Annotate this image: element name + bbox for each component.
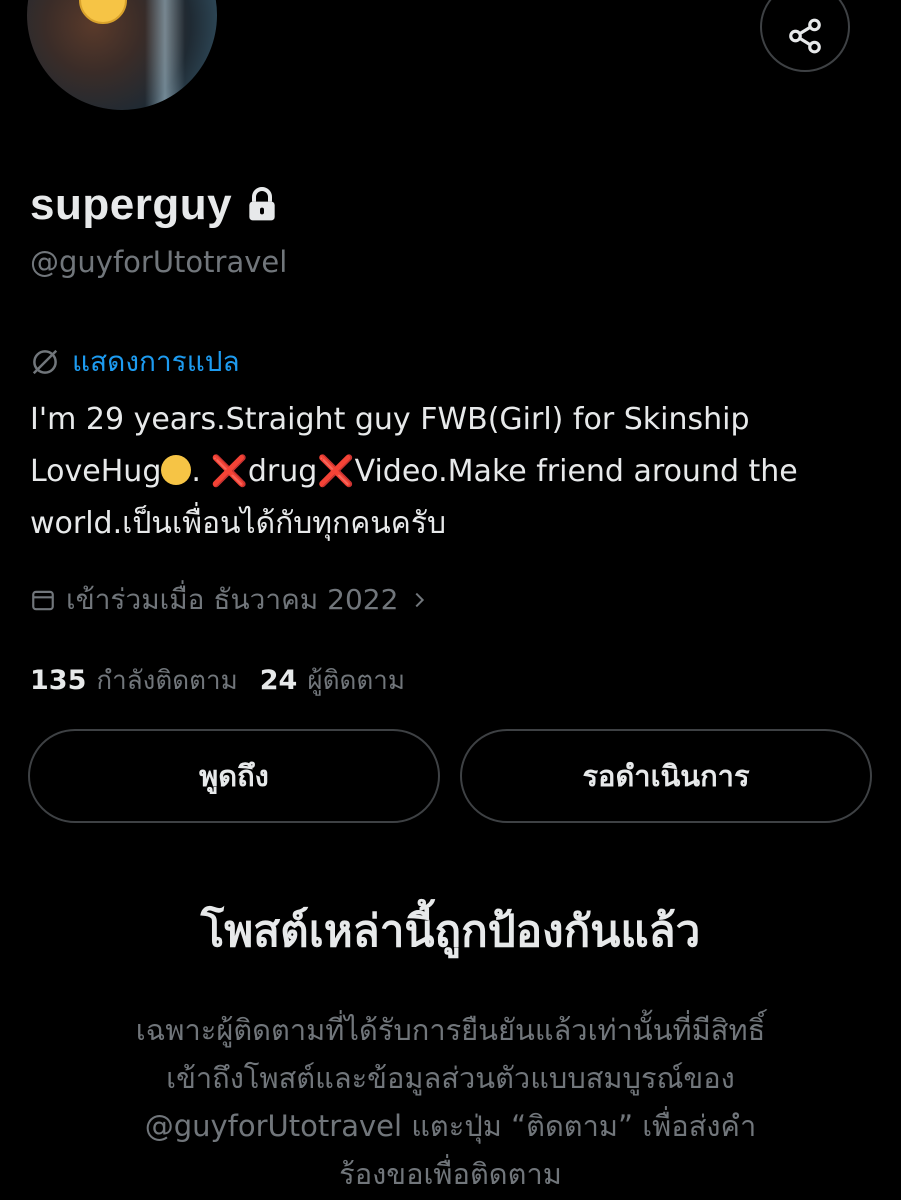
cross-mark-icon: ❌ bbox=[317, 454, 355, 489]
cross-mark-icon: ❌ bbox=[210, 454, 248, 489]
profile-handle: @guyforUtotravel bbox=[30, 245, 288, 279]
followers-label[interactable]: ผู้ติดตาม bbox=[307, 660, 405, 701]
bio-line-2: LoveHug. ❌drug❌Video.Make friend around … bbox=[30, 446, 870, 498]
protected-desc-line-4: ร้องขอเพื่อติดตาม bbox=[339, 1157, 562, 1191]
avatar-light-streak bbox=[145, 0, 185, 110]
share-icon bbox=[789, 18, 821, 54]
joined-date-text: เข้าร่วมเมื่อ ธันวาคม 2022 bbox=[66, 583, 399, 616]
chevron-right-icon bbox=[415, 592, 425, 608]
grin-emoji-icon bbox=[161, 455, 192, 485]
bio-text-video: Video.Make friend around the bbox=[354, 454, 798, 489]
following-label[interactable]: กำลังติดตาม bbox=[96, 660, 237, 701]
avatar-emoji-sticker bbox=[79, 0, 127, 24]
bio-line-3: world.เป็นเพื่อนได้กับทุกคนครับ bbox=[30, 506, 447, 541]
bio-line-1: I'm 29 years.Straight guy FWB(Girl) for … bbox=[30, 402, 750, 437]
protected-desc-line-3: @guyforUtotravel แตะปุ่ม “ติดตาม” เพื่อส… bbox=[144, 1109, 757, 1143]
translate-label: แสดงการแปล bbox=[72, 345, 240, 378]
share-button[interactable] bbox=[760, 0, 850, 72]
joined-date-row[interactable]: เข้าร่วมเมื่อ ธันวาคม 2022 bbox=[30, 578, 430, 622]
mention-button[interactable]: พูดถึง bbox=[28, 729, 440, 823]
lock-icon bbox=[249, 187, 275, 221]
profile-bio: I'm 29 years.Straight guy FWB(Girl) for … bbox=[30, 394, 870, 550]
calendar-icon bbox=[32, 590, 54, 611]
display-name: superguy bbox=[30, 180, 233, 229]
protected-desc-line-1: เฉพาะผู้ติดตามที่ได้รับการยืนยันแล้วเท่า… bbox=[135, 1013, 766, 1047]
translate-icon bbox=[32, 349, 58, 375]
following-count[interactable]: 135 bbox=[30, 665, 86, 696]
show-translation-link[interactable]: แสดงการแปล bbox=[30, 340, 240, 384]
pending-button[interactable]: รอดำเนินการ bbox=[460, 729, 872, 823]
protected-posts-title: โพสต์เหล่านี้ถูกป้องกันแล้ว bbox=[200, 906, 701, 957]
protected-desc-line-2: เข้าถึงโพสต์และข้อมูลส่วนตัวแบบสมบูรณ์ขอ… bbox=[166, 1061, 735, 1095]
bio-text-lovehug: LoveHug bbox=[30, 454, 162, 489]
bio-text-dot: . bbox=[191, 454, 211, 489]
display-name-row: superguy bbox=[30, 180, 278, 230]
protected-posts-description: เฉพาะผู้ติดตามที่ได้รับการยืนยันแล้วเท่า… bbox=[60, 1006, 841, 1198]
followers-count[interactable]: 24 bbox=[260, 665, 298, 696]
follow-stats: 135 กำลังติดตาม 24 ผู้ติดตาม bbox=[30, 660, 427, 701]
profile-avatar[interactable] bbox=[27, 0, 217, 110]
bio-text-drug: drug bbox=[247, 454, 318, 489]
